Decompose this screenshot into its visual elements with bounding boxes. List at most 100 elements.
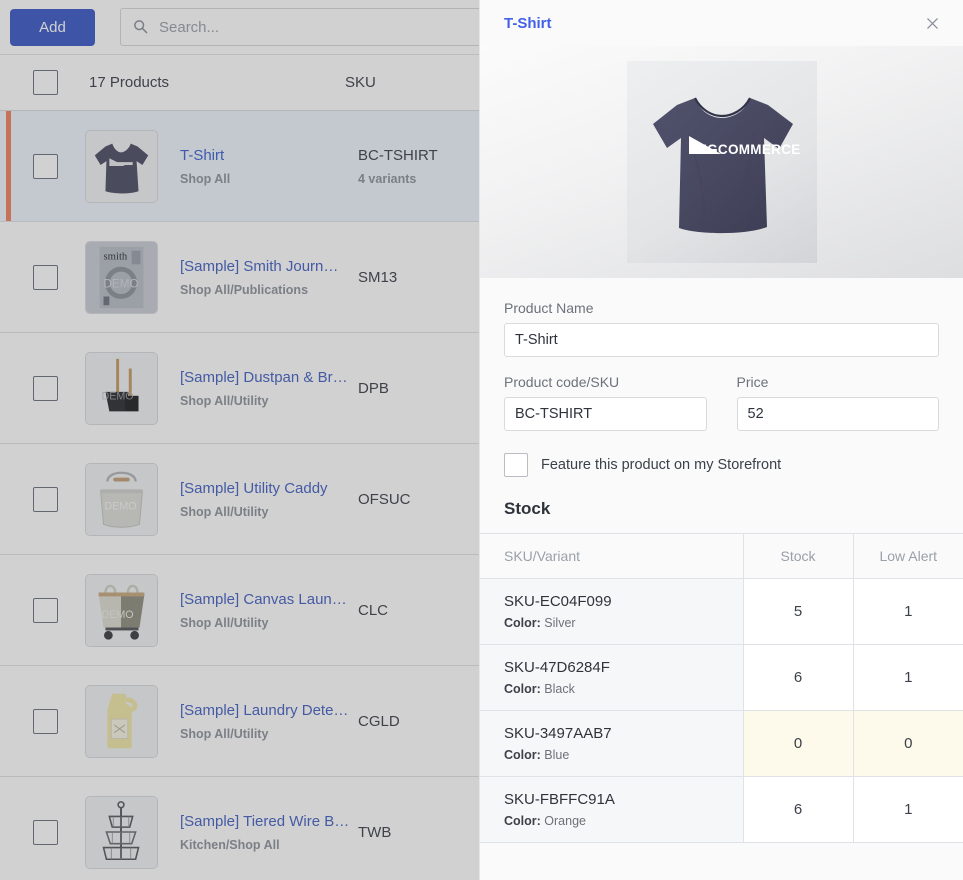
product-category: Shop All/Publications — [180, 282, 309, 297]
product-name-link[interactable]: [Sample] Utility Caddy — [180, 480, 358, 497]
close-icon[interactable] — [919, 10, 945, 36]
product-category: Shop All — [180, 171, 231, 186]
product-row[interactable]: [Sample] Laundry Dete… Shop All/Utility CG… — [0, 666, 479, 777]
panel-header: T-Shirt — [480, 0, 963, 46]
stock-sku: SKU-FBFFC91A — [504, 791, 615, 808]
row-checkbox[interactable] — [33, 597, 58, 623]
product-name-link[interactable]: [Sample] Tiered Wire B… — [180, 813, 358, 830]
product-count-label: 17 Products — [89, 74, 170, 91]
product-name-link[interactable]: [Sample] Dustpan & Br… — [180, 369, 358, 386]
stock-low-alert[interactable]: 1 — [852, 776, 963, 843]
search-input[interactable]: Search... — [120, 8, 479, 46]
stock-low-alert[interactable]: 0 — [852, 710, 963, 777]
stock-quantity[interactable]: 6 — [742, 776, 853, 843]
journal-thumb: smith DEMO — [85, 240, 158, 314]
product-name-link[interactable]: [Sample] Canvas Laun… — [180, 591, 358, 608]
caddy-thumb: DEMO — [85, 462, 158, 536]
stock-quantity[interactable]: 0 — [742, 710, 853, 777]
list-header-row: 17 Products SKU — [0, 55, 479, 111]
svg-text:DEMO: DEMO — [102, 390, 134, 402]
product-name-link[interactable]: [Sample] Smith Journ… — [180, 258, 358, 275]
stock-variant: Color: Black — [504, 682, 743, 696]
row-checkbox[interactable] — [33, 153, 58, 179]
row-checkbox[interactable] — [33, 708, 58, 734]
product-row[interactable]: DEMO [Sample] Dustpan & Br… Shop All/Utili… — [0, 333, 479, 444]
stock-table: SKU/Variant Stock Low Alert SKU-EC04F099… — [480, 533, 963, 843]
detergent-thumb — [85, 684, 158, 758]
stock-sku-cell: SKU-FBFFC91A Color: Orange — [480, 776, 743, 843]
product-form: Product Name Product code/SKU Price Feat… — [480, 278, 963, 477]
product-list-pane: Add Search... 17 Products SKU T-Shirt Sh… — [0, 0, 479, 880]
stock-row[interactable]: SKU-EC04F099 Color: Silver 5 1 — [480, 578, 963, 645]
column-header-stock[interactable]: Stock — [742, 533, 853, 579]
row-checkbox[interactable] — [33, 375, 58, 401]
stock-variant-value: Black — [544, 682, 575, 696]
product-sku: TWB — [358, 823, 392, 841]
product-sku: CLC — [358, 601, 389, 619]
product-row[interactable]: DEMO [Sample] Canvas Laun… Shop All/Utilit… — [0, 555, 479, 666]
product-sku-cell: CLC — [358, 602, 479, 619]
svg-text:DEMO: DEMO — [102, 608, 134, 620]
search-placeholder: Search... — [159, 18, 220, 36]
product-name-input[interactable] — [504, 323, 939, 357]
product-name-link[interactable]: T-Shirt — [180, 147, 358, 164]
stock-row[interactable]: SKU-FBFFC91A Color: Orange 6 1 — [480, 776, 963, 843]
stock-variant-key: Color: — [504, 616, 541, 630]
price-label: Price — [736, 374, 769, 390]
stock-variant-value: Orange — [544, 814, 586, 828]
stock-sku: SKU-EC04F099 — [504, 593, 612, 610]
product-sku: SM13 — [358, 268, 398, 286]
sku-input[interactable] — [504, 397, 707, 431]
product-row[interactable]: [Sample] Tiered Wire B… Kitchen/Shop All T… — [0, 777, 479, 880]
row-checkbox[interactable] — [33, 264, 58, 290]
product-row[interactable]: T-Shirt Shop All BC-TSHIRT 4 variants — [0, 111, 479, 222]
svg-text:smith: smith — [104, 250, 128, 262]
stock-row[interactable]: SKU-47D6284F Color: Black 6 1 — [480, 644, 963, 711]
stock-quantity[interactable]: 6 — [742, 644, 853, 711]
product-name-field: Product Name — [504, 300, 939, 357]
column-header-low-alert[interactable]: Low Alert — [852, 533, 963, 579]
stock-variant: Color: Blue — [504, 748, 743, 762]
stock-sku-cell: SKU-EC04F099 Color: Silver — [480, 578, 743, 645]
product-info: [Sample] Tiered Wire B… Kitchen/Shop All — [180, 813, 358, 852]
product-row[interactable]: smith DEMO [Sample] Smith Journ… Shop All… — [0, 222, 479, 333]
stock-sku-cell: SKU-47D6284F Color: Black — [480, 644, 743, 711]
product-row[interactable]: DEMO [Sample] Utility Caddy Shop All/Utili… — [0, 444, 479, 555]
product-info: [Sample] Dustpan & Br… Shop All/Utility — [180, 369, 358, 408]
feature-product-row: Feature this product on my Storefront — [504, 453, 939, 477]
product-category: Shop All/Utility — [180, 504, 269, 519]
svg-text:DEMO: DEMO — [104, 277, 139, 290]
feature-product-checkbox[interactable] — [504, 453, 528, 477]
stock-low-alert[interactable]: 1 — [852, 578, 963, 645]
tshirt-hero-image: BIGCOMMERCE — [626, 61, 817, 263]
product-sku-cell: SM13 — [358, 269, 479, 286]
product-detail-panel: T-Shirt BIGCOMMERCE Product Name T-Shirt… — [479, 0, 963, 880]
product-sku-cell: TWB — [358, 824, 479, 841]
sku-price-row: Product code/SKU Price — [504, 374, 939, 448]
price-field: Price — [736, 374, 939, 431]
feature-product-label: Feature this product on my Storefront — [541, 457, 782, 473]
product-info: [Sample] Canvas Laun… Shop All/Utility — [180, 591, 358, 630]
stock-variant-key: Color: — [504, 814, 541, 828]
stock-low-alert[interactable]: 1 — [852, 644, 963, 711]
product-name-link[interactable]: [Sample] Laundry Dete… — [180, 702, 358, 719]
product-sku-cell: BC-TSHIRT 4 variants — [358, 147, 479, 186]
row-checkbox[interactable] — [33, 819, 58, 845]
column-header-sku-variant[interactable]: SKU/Variant — [480, 533, 743, 579]
stock-quantity[interactable]: 5 — [742, 578, 853, 645]
product-hero: BIGCOMMERCE — [480, 46, 963, 278]
stock-variant: Color: Silver — [504, 616, 743, 630]
price-input[interactable] — [736, 397, 939, 431]
product-list-inner: Add Search... 17 Products SKU T-Shirt Sh… — [0, 0, 479, 880]
add-button[interactable]: Add — [10, 8, 95, 46]
row-checkbox[interactable] — [33, 486, 58, 512]
column-header-sku: SKU — [345, 74, 376, 91]
stock-row[interactable]: SKU-3497AAB7 Color: Blue 0 0 — [480, 710, 963, 777]
select-all-checkbox[interactable] — [33, 70, 58, 95]
stock-section-title: Stock — [504, 499, 551, 518]
stock-table-body: SKU-EC04F099 Color: Silver 5 1 SKU-47D6284F C… — [480, 578, 963, 843]
list-toolbar: Add Search... — [0, 0, 479, 55]
stock-sku: SKU-47D6284F — [504, 659, 610, 676]
stock-variant-key: Color: — [504, 682, 541, 696]
svg-text:BIGCOMMERCE: BIGCOMMERCE — [693, 142, 801, 157]
